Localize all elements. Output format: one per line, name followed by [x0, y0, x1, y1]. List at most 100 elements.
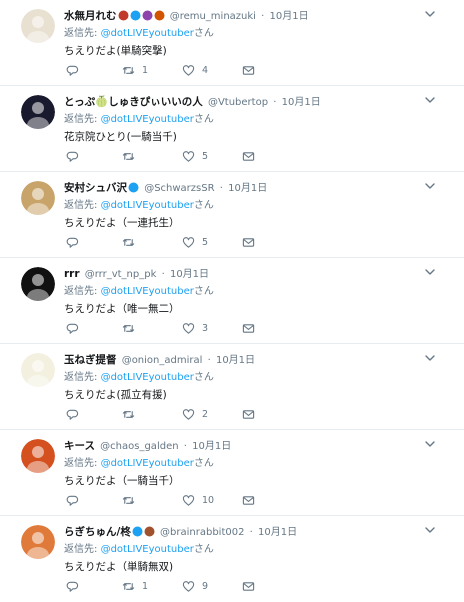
- display-name[interactable]: rrr: [64, 268, 80, 280]
- retweet-button[interactable]: 1: [122, 63, 148, 77]
- reply-mention[interactable]: @dotLIVEyoutuber: [101, 28, 194, 39]
- display-name[interactable]: 水無月れむ: [64, 10, 117, 22]
- user-handle[interactable]: @brainrabbit002: [160, 527, 244, 538]
- tweet[interactable]: 玉ねぎ提督 @onion_admiral · 10月1日 返信先: @dotLI…: [0, 344, 464, 430]
- retweet-button[interactable]: [122, 493, 142, 507]
- like-button[interactable]: 9: [182, 579, 208, 593]
- direct-message-button[interactable]: [242, 579, 255, 593]
- direct-message-button[interactable]: [242, 63, 255, 77]
- tweet-header: 玉ねぎ提督 @onion_admiral · 10月1日: [64, 352, 424, 368]
- retweet-icon: [122, 150, 135, 163]
- display-name[interactable]: とっぷ🍈しゅきぴぃいいの人: [64, 96, 203, 108]
- chevron-down-icon[interactable]: [424, 180, 436, 192]
- user-handle[interactable]: @onion_admiral: [122, 355, 203, 366]
- reply-button[interactable]: [66, 321, 86, 335]
- chevron-down-icon[interactable]: [424, 524, 436, 536]
- user-handle[interactable]: @SchwarzsSR: [144, 183, 214, 194]
- retweet-button[interactable]: [122, 235, 142, 249]
- tweet-actions: 10: [64, 493, 324, 507]
- user-handle[interactable]: @remu_minazuki: [170, 11, 256, 22]
- heart-icon: [182, 322, 195, 335]
- reply-mention[interactable]: @dotLIVEyoutuber: [101, 544, 194, 555]
- like-button[interactable]: 5: [182, 149, 208, 163]
- like-button[interactable]: 2: [182, 407, 208, 421]
- direct-message-button[interactable]: [242, 407, 255, 421]
- envelope-icon: [242, 580, 255, 593]
- reply-suffix: さん: [193, 544, 214, 555]
- emoji-icon: [142, 10, 153, 27]
- retweet-button[interactable]: [122, 407, 142, 421]
- emoji-icon: [144, 526, 155, 543]
- tweet-timestamp[interactable]: 10月1日: [216, 355, 255, 366]
- tweet[interactable]: 水無月れむ @remu_minazuki · 10月1日 返信先: @dotLI…: [0, 0, 464, 86]
- avatar[interactable]: [21, 525, 55, 559]
- emoji-icon: [132, 526, 143, 543]
- reply-icon: [66, 494, 79, 507]
- tweet[interactable]: らぎちゅん/柊 @brainrabbit002 · 10月1日 返信先: @do…: [0, 516, 464, 602]
- chevron-down-icon[interactable]: [424, 266, 436, 278]
- chevron-down-icon[interactable]: [424, 352, 436, 364]
- reply-button[interactable]: [66, 235, 86, 249]
- separator-dot: ·: [219, 183, 223, 194]
- tweet-timestamp[interactable]: 10月1日: [170, 269, 209, 280]
- like-count: 2: [202, 408, 209, 420]
- retweet-button[interactable]: [122, 321, 142, 335]
- avatar[interactable]: [21, 9, 55, 43]
- direct-message-button[interactable]: [242, 321, 255, 335]
- retweet-icon: [122, 408, 135, 421]
- reply-mention[interactable]: @dotLIVEyoutuber: [101, 458, 194, 469]
- tweet-timestamp[interactable]: 10月1日: [228, 183, 267, 194]
- reply-button[interactable]: [66, 493, 86, 507]
- heart-icon: [182, 580, 195, 593]
- reply-mention[interactable]: @dotLIVEyoutuber: [101, 200, 194, 211]
- display-name[interactable]: 玉ねぎ提督: [64, 354, 117, 366]
- retweet-button[interactable]: [122, 149, 142, 163]
- direct-message-button[interactable]: [242, 493, 255, 507]
- user-handle[interactable]: @Vtubertop: [208, 97, 268, 108]
- chevron-down-icon[interactable]: [424, 94, 436, 106]
- avatar[interactable]: [21, 181, 55, 215]
- reply-mention[interactable]: @dotLIVEyoutuber: [101, 114, 194, 125]
- avatar[interactable]: [21, 267, 55, 301]
- direct-message-button[interactable]: [242, 149, 255, 163]
- separator-dot: ·: [207, 355, 211, 366]
- retweet-button[interactable]: 1: [122, 579, 148, 593]
- display-name[interactable]: キース: [64, 440, 95, 452]
- like-button[interactable]: 3: [182, 321, 208, 335]
- reply-button[interactable]: [66, 149, 86, 163]
- tweet[interactable]: 安村シュバ沢 @SchwarzsSR · 10月1日 返信先: @dotLIVE…: [0, 172, 464, 258]
- direct-message-button[interactable]: [242, 235, 255, 249]
- reply-button[interactable]: [66, 407, 86, 421]
- avatar[interactable]: [21, 353, 55, 387]
- retweet-icon: [122, 580, 135, 593]
- avatar[interactable]: [21, 95, 55, 129]
- like-button[interactable]: 5: [182, 235, 208, 249]
- tweet-timestamp[interactable]: 10月1日: [258, 527, 297, 538]
- name-emojis: [127, 182, 139, 194]
- user-handle[interactable]: @rrr_vt_np_pk: [85, 269, 157, 280]
- display-name[interactable]: 安村シュバ沢: [64, 182, 127, 194]
- reply-mention[interactable]: @dotLIVEyoutuber: [101, 372, 194, 383]
- user-handle[interactable]: @chaos_galden: [100, 441, 178, 452]
- tweet[interactable]: とっぷ🍈しゅきぴぃいいの人 @Vtubertop · 10月1日 返信先: @d…: [0, 86, 464, 172]
- chevron-down-icon[interactable]: [424, 438, 436, 450]
- reply-feed: 水無月れむ @remu_minazuki · 10月1日 返信先: @dotLI…: [0, 0, 464, 602]
- avatar[interactable]: [21, 439, 55, 473]
- tweet-content: 玉ねぎ提督 @onion_admiral · 10月1日 返信先: @dotLI…: [64, 352, 424, 403]
- reply-mention[interactable]: @dotLIVEyoutuber: [101, 286, 194, 297]
- tweet-timestamp[interactable]: 10月1日: [282, 97, 321, 108]
- like-button[interactable]: 10: [182, 493, 214, 507]
- chevron-down-icon[interactable]: [424, 8, 436, 20]
- tweet-timestamp[interactable]: 10月1日: [192, 441, 231, 452]
- display-name[interactable]: らぎちゅん/柊: [64, 526, 131, 538]
- tweet-timestamp[interactable]: 10月1日: [270, 11, 309, 22]
- like-button[interactable]: 4: [182, 63, 208, 77]
- like-count: 5: [202, 236, 209, 248]
- reply-button[interactable]: [66, 579, 86, 593]
- reply-prefix: 返信先:: [64, 372, 98, 383]
- envelope-icon: [242, 150, 255, 163]
- tweet[interactable]: rrr @rrr_vt_np_pk · 10月1日 返信先: @dotLIVEy…: [0, 258, 464, 344]
- tweet-actions: 2: [64, 407, 324, 421]
- tweet[interactable]: キース @chaos_galden · 10月1日 返信先: @dotLIVEy…: [0, 430, 464, 516]
- reply-button[interactable]: [66, 63, 86, 77]
